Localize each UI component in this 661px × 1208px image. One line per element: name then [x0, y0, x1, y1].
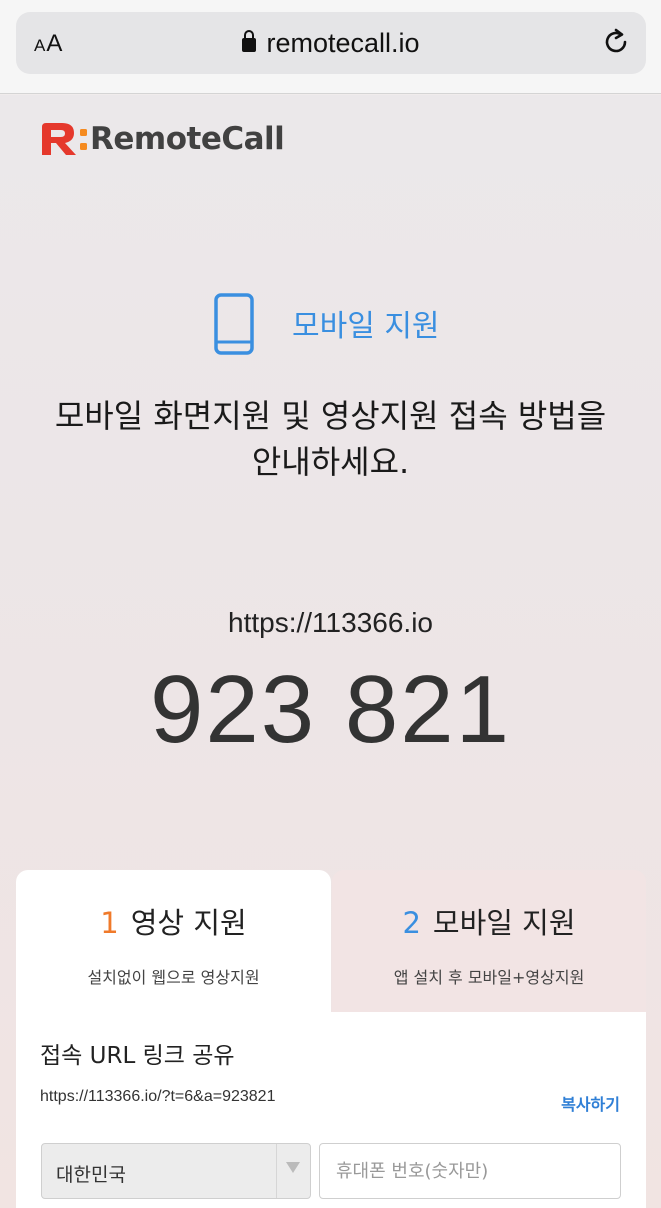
logo-text: RemoteCall: [90, 121, 285, 157]
tab-mobile-support[interactable]: 2 모바일 지원 앱 설치 후 모바일+영상지원: [332, 870, 646, 1012]
tab-number: 1: [100, 906, 119, 940]
browser-toolbar: AA remotecall.io: [0, 0, 661, 94]
remotecall-logo: RemoteCall: [40, 119, 285, 159]
country-value: 대한민국: [56, 1164, 126, 1186]
reload-icon[interactable]: [600, 26, 632, 58]
lock-icon: [242, 30, 257, 52]
instruction-line-1: 모바일 화면지원 및 영상지원 접속 방법을: [54, 397, 607, 435]
tab-subtitle: 앱 설치 후 모바일+영상지원: [393, 968, 585, 987]
url-text: remotecall.io: [266, 28, 420, 58]
instruction-line-2: 안내하세요.: [251, 443, 410, 481]
country-select[interactable]: 대한민국: [41, 1143, 311, 1199]
tab-video-support[interactable]: 1 영상 지원 설치없이 웹으로 영상지원: [16, 870, 331, 1012]
phone-number-input[interactable]: [319, 1143, 621, 1199]
page-content: RemoteCall 모바일 지원 모바일 화면지원 및 영상지원 접속 방법을…: [0, 95, 661, 1208]
url-display[interactable]: remotecall.io: [16, 28, 646, 59]
share-panel: 접속 URL 링크 공유 https://113366.io/?t=6&a=92…: [16, 1012, 646, 1208]
tab-video-support-heading: 1 영상 지원: [16, 900, 331, 942]
instruction-text: 모바일 화면지원 및 영상지원 접속 방법을 안내하세요.: [0, 393, 661, 485]
address-bar[interactable]: AA remotecall.io: [16, 12, 646, 74]
mobile-phone-icon: [214, 293, 254, 355]
share-title: 접속 URL 링크 공유: [40, 1043, 235, 1069]
share-link: https://113366.io/?t=6&a=923821: [40, 1088, 276, 1105]
chevron-down-icon: [286, 1162, 300, 1173]
tab-number: 2: [402, 906, 421, 940]
tab-title: 영상 지원: [130, 906, 247, 940]
access-code: 923 821: [149, 656, 511, 763]
tab-subtitle: 설치없이 웹으로 영상지원: [87, 968, 260, 987]
mobile-support-title: 모바일 지원: [292, 309, 440, 344]
select-arrow-box: [276, 1144, 310, 1198]
tab-title: 모바일 지원: [432, 906, 576, 940]
remotecall-logo-mark: [42, 123, 87, 155]
tab-mobile-support-heading: 2 모바일 지원: [332, 900, 646, 942]
copy-button[interactable]: 복사하기: [561, 1091, 620, 1115]
access-site-url: https://113366.io: [228, 607, 433, 638]
